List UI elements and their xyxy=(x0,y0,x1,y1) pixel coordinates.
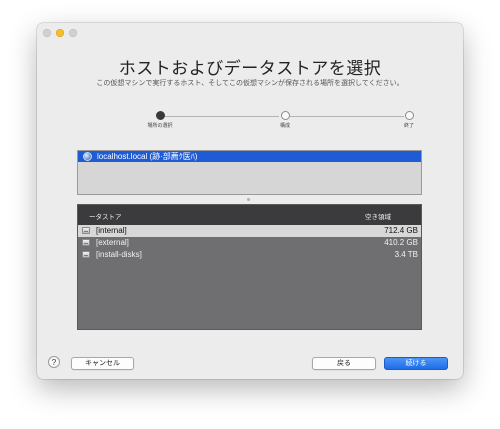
dialog-subtitle: この仮想マシンで実行するホスト、そしてこの仮想マシンが保存される場所を選択してく… xyxy=(96,80,404,87)
column-header-datastore[interactable]: ータストア xyxy=(89,211,122,221)
step-location: 場所の選択 xyxy=(135,111,185,129)
cancel-button[interactable]: キャンセル xyxy=(71,357,134,370)
step-indicator-current xyxy=(155,111,165,120)
zoom-window-button[interactable] xyxy=(69,29,77,37)
progress-stepper: 場所の選択 構成 終了 xyxy=(97,111,417,141)
help-button[interactable]: ? xyxy=(48,356,60,368)
dialog-title: ホストおよびデータストアを選択 xyxy=(118,59,382,78)
back-button[interactable]: 戻る xyxy=(312,357,376,370)
step-label: 構成 xyxy=(279,123,290,129)
datastore-free-space: 712.4 GB xyxy=(384,226,418,235)
step-label: 終了 xyxy=(403,123,414,129)
host-row-selected[interactable]: localhost.local (跡·部薦ｸ医ﾊ) xyxy=(78,151,421,162)
step-configuration: 構成 xyxy=(260,111,310,129)
table-row[interactable]: [install-disks] 3.4 TB xyxy=(78,249,421,261)
continue-button[interactable]: 続ける xyxy=(384,357,448,370)
split-view-handle[interactable] xyxy=(247,198,250,201)
datastore-name: [install-disks] xyxy=(96,250,142,259)
host-label: localhost.local (跡·部薦ｸ医ﾊ) xyxy=(97,152,198,161)
datastore-table: ータストア 空き領域 [internal] 712.4 GB [external… xyxy=(77,204,422,330)
step-indicator xyxy=(280,111,290,120)
step-label: 場所の選択 xyxy=(147,123,173,129)
datastore-free-space: 3.4 TB xyxy=(394,250,418,259)
column-header-free-space[interactable]: 空き領域 xyxy=(365,211,391,221)
step-finish: 終了 xyxy=(384,111,434,129)
close-window-button[interactable] xyxy=(43,29,51,37)
dialog-window: ホストおよびデータストアを選択 この仮想マシンで実行するホスト、そしてこの仮想マ… xyxy=(37,23,463,379)
disk-icon xyxy=(82,239,90,246)
host-list: localhost.local (跡·部薦ｸ医ﾊ) xyxy=(77,150,422,195)
datastore-name: [external] xyxy=(96,238,129,247)
globe-icon xyxy=(83,152,92,161)
datastore-free-space: 410.2 GB xyxy=(384,238,418,247)
window-controls xyxy=(43,29,77,37)
disk-icon xyxy=(82,227,90,234)
table-row[interactable]: [internal] 712.4 GB xyxy=(78,225,421,237)
step-indicator xyxy=(404,111,414,120)
datastore-name: [internal] xyxy=(96,226,127,235)
table-row[interactable]: [external] 410.2 GB xyxy=(78,237,421,249)
disk-icon xyxy=(82,251,90,258)
minimize-window-button[interactable] xyxy=(56,29,64,37)
table-header: ータストア 空き領域 xyxy=(78,205,421,225)
